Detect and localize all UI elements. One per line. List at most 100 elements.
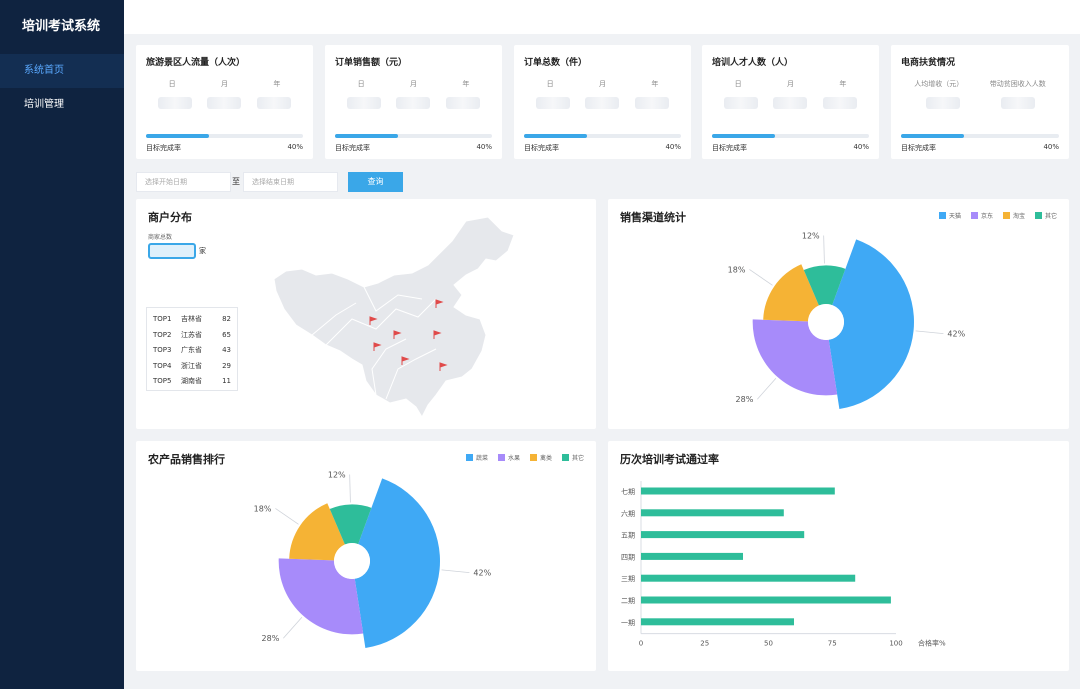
list-item: TOP1 吉林省 82 [153, 312, 231, 328]
bar [641, 596, 891, 604]
bar [641, 574, 856, 582]
progress-fill [712, 134, 775, 138]
category-label: 七期 [621, 487, 635, 496]
progress-bar [335, 134, 492, 138]
slice-label: 12% [328, 470, 346, 479]
period-day: 日 [168, 80, 176, 88]
progress-bar [524, 134, 681, 138]
sales-channel-chart: 42% 28% 18% 12% [728, 231, 966, 409]
tick-label: 75 [828, 640, 837, 648]
slice-label: 12% [802, 231, 820, 240]
list-item: TOP4 浙江省 29 [153, 359, 231, 375]
rank: TOP3 [153, 346, 172, 354]
category-label: 四期 [621, 553, 635, 561]
rank: TOP4 [153, 361, 172, 370]
bar [641, 552, 743, 560]
period-year: 年 [273, 80, 281, 88]
progress-value: 40% [476, 143, 492, 151]
bar [641, 618, 794, 626]
progress-label: 目标完成率 [524, 144, 559, 152]
stat-periods: 日 月 年 [524, 79, 681, 89]
pie-hole [334, 543, 370, 579]
list-item: TOP3 广东省 43 [153, 343, 231, 359]
period-day: 日 [357, 80, 365, 88]
progress-fill [335, 134, 398, 138]
progress-value: 40% [1043, 143, 1059, 151]
label-line [441, 569, 470, 574]
progress-fill [524, 134, 587, 138]
period-month: 月 [409, 80, 417, 88]
stat-periods: 日 月 年 [335, 79, 492, 89]
category-label: 三期 [621, 575, 635, 583]
tick-label: 50 [764, 640, 773, 648]
tick-label: 25 [700, 640, 709, 648]
period-month: 月 [598, 80, 606, 88]
top-header [124, 0, 1080, 34]
stat-values-blurred [905, 97, 1055, 113]
category-label: 一期 [621, 619, 635, 627]
progress-fill [901, 134, 965, 138]
period-day: 日 [546, 80, 554, 88]
slice-label: 28% [262, 634, 280, 643]
tick-label: 0 [639, 640, 643, 648]
x-axis-label: 合格率% [918, 639, 946, 648]
stat-title: 订单总数（件） [524, 58, 588, 68]
period-year: 年 [839, 80, 847, 88]
category-label: 二期 [621, 597, 635, 605]
stat-title: 电商扶贫情况 [901, 58, 956, 68]
stat-card-trainees: 培训人才人数（人） 日 月 年 目标完成率 40% [702, 45, 879, 159]
progress-value: 40% [665, 143, 681, 151]
list-item: TOP2 江苏省 65 [153, 328, 231, 344]
label-line [275, 508, 299, 525]
exam-pass-rate-panel: 历次培训考试通过率 七期 六期 五期 四期 三期 二期 一期 0 25 50 75 100 合格率% [608, 441, 1069, 671]
province: 吉林省 [181, 315, 202, 323]
query-button[interactable]: 查询 [348, 172, 403, 192]
progress-bar [146, 134, 303, 138]
progress-bar [901, 134, 1059, 138]
merchant-distribution-panel: 商户分布 商家总数 家 TOP1 吉林省 82 TOP2 江苏省 65 TOP3 广东省 4… [136, 199, 596, 429]
bar [641, 487, 835, 495]
province: 江苏省 [181, 330, 202, 339]
rank: TOP5 [153, 377, 172, 385]
stat-card-orders: 订单总数（件） 日 月 年 目标完成率 40% [514, 45, 691, 159]
agri-product-chart: 42% 28% 18% 12% [254, 470, 492, 648]
sidebar-item-training[interactable]: 培训管理 [0, 88, 124, 122]
label-line [757, 378, 777, 400]
sidebar-item-home[interactable]: 系统首页 [0, 54, 124, 88]
stat-card-visitors: 旅游景区人流量（人次） 日 月 年 目标完成率 40% [136, 45, 313, 159]
value: 29 [222, 361, 231, 370]
progress-fill [146, 134, 209, 138]
progress-label: 目标完成率 [335, 144, 370, 152]
label-line [349, 474, 351, 503]
start-date-input[interactable]: 选择开始日期 [136, 172, 231, 192]
stat-values-blurred [339, 97, 488, 113]
period-year: 年 [462, 80, 470, 88]
top5-list: TOP1 吉林省 82 TOP2 江苏省 65 TOP3 广东省 43 TOP4 浙江省 29 … [146, 307, 238, 391]
value: 82 [222, 315, 231, 323]
progress-value: 40% [853, 143, 869, 151]
stat-periods: 日 月 年 [712, 79, 869, 89]
stat-card-sales-amount: 订单销售额（元） 日 月 年 目标完成率 40% [325, 45, 502, 159]
label-line [823, 235, 825, 264]
stat-values-blurred [716, 97, 865, 113]
label-line [915, 330, 944, 335]
map-region [273, 216, 515, 419]
end-date-input[interactable]: 选择结束日期 [243, 172, 338, 192]
slice-label: 42% [947, 330, 965, 339]
stat-title: 培训人才人数（人） [712, 58, 794, 68]
stat-periods: 日 月 年 [146, 79, 303, 89]
province: 湖南省 [181, 377, 202, 385]
agri-product-panel: 农产品销售排行 蔬菜 水果 禽类 其它 42% 28% 18% 12% [136, 441, 596, 671]
province: 浙江省 [181, 361, 202, 370]
col-avg-income: 人均增收（元） [914, 80, 964, 88]
stat-card-poverty-relief: 电商扶贫情况 人均增收（元） 带动贫困收入人数 目标完成率 40% [891, 45, 1069, 159]
sales-channel-panel: 销售渠道统计 天猫 京东 淘宝 其它 42% 28% 18% 12% [608, 199, 1069, 429]
date-separator: 至 [232, 177, 240, 186]
category-label: 六期 [621, 509, 635, 518]
slice-label: 18% [728, 265, 746, 274]
progress-label: 目标完成率 [712, 144, 747, 152]
value: 65 [222, 330, 231, 339]
stat-values-blurred [528, 97, 677, 113]
progress-value: 40% [287, 143, 303, 151]
progress-label: 目标完成率 [146, 144, 181, 152]
